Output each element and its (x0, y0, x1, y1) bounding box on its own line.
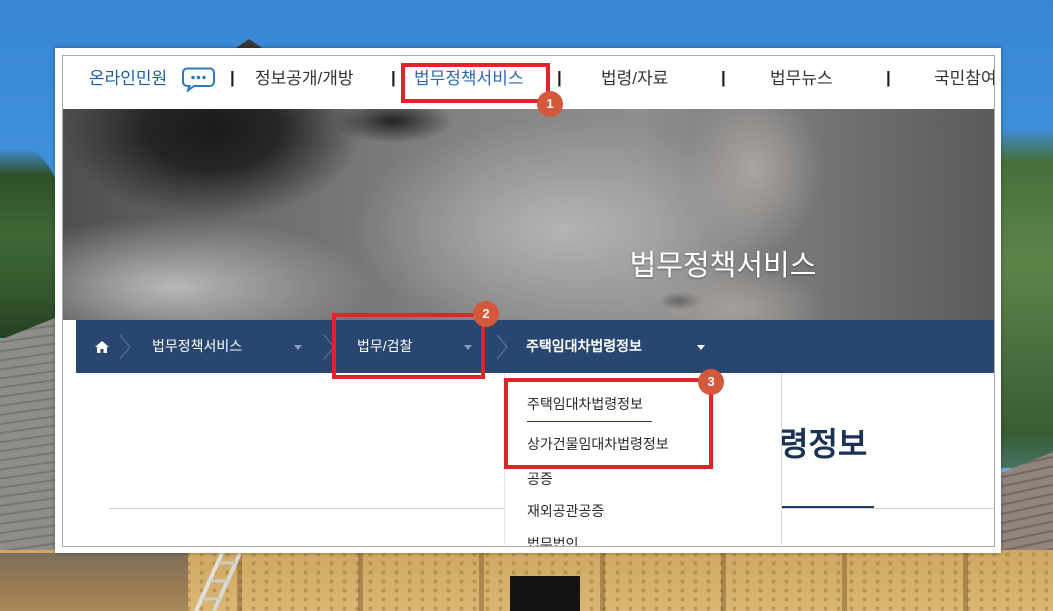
website-screenshot: 온라인민원 | 정보공개/개방 | 법무정책서비스 | 법령/자료 | 법무뉴스… (62, 55, 995, 547)
annotation-box-2 (332, 313, 485, 379)
trees-right (995, 128, 1053, 468)
roof-left (0, 316, 60, 556)
home-icon[interactable] (95, 341, 109, 353)
caret-down-icon[interactable] (294, 345, 302, 350)
chevron-right-icon (119, 334, 131, 360)
nav-separator: | (721, 68, 726, 87)
nav-separator: | (391, 68, 396, 87)
nav-separator: | (230, 68, 235, 87)
banner-overlay (63, 109, 994, 320)
nav-online-petition[interactable]: 온라인민원 (89, 68, 167, 90)
nav-info-disclosure[interactable]: 정보공개/개방 (255, 68, 354, 90)
trees-left (0, 148, 60, 338)
nav-laws-materials[interactable]: 법령/자료 (601, 68, 668, 90)
banner-title: 법무정책서비스 (629, 250, 817, 282)
annotation-badge-2: 2 (473, 301, 499, 327)
nav-justice-news[interactable]: 법무뉴스 (770, 68, 833, 90)
annotation-box-3 (504, 378, 713, 469)
dropdown-item-notarization[interactable]: 공증 (527, 468, 553, 490)
nav-public-participation[interactable]: 국민참여 (934, 68, 994, 90)
annotation-badge-3: 3 (698, 369, 724, 395)
window-opening (510, 576, 580, 611)
ladder (194, 553, 242, 611)
nav-separator: | (557, 68, 562, 87)
caret-down-icon[interactable] (697, 345, 705, 350)
nav-separator: | (886, 68, 891, 87)
dropdown-item-law-firm[interactable]: 법무법인 (527, 533, 579, 546)
page-title-underline (781, 506, 874, 508)
chat-bubble-icon[interactable] (181, 66, 216, 92)
wall-shadow-left (0, 553, 188, 611)
annotation-badge-1: 1 (537, 91, 563, 117)
hero-banner: 법무정책서비스 (63, 109, 994, 320)
page-title: 령정보 (779, 426, 868, 462)
dropdown-item-overseas-notarization[interactable]: 재외공관공증 (527, 500, 604, 522)
roof-gable-peak (236, 39, 262, 48)
breadcrumb-item-legal-policy-services[interactable]: 법무정책서비스 (152, 320, 242, 373)
breadcrumb-item-housing-lease-law[interactable]: 주택임대차법령정보 (526, 320, 642, 373)
breadcrumb: 법무정책서비스 법무/검찰 주택임대차법령정보 (76, 320, 994, 373)
chevron-right-icon (496, 334, 508, 360)
annotation-box-1 (401, 63, 550, 103)
